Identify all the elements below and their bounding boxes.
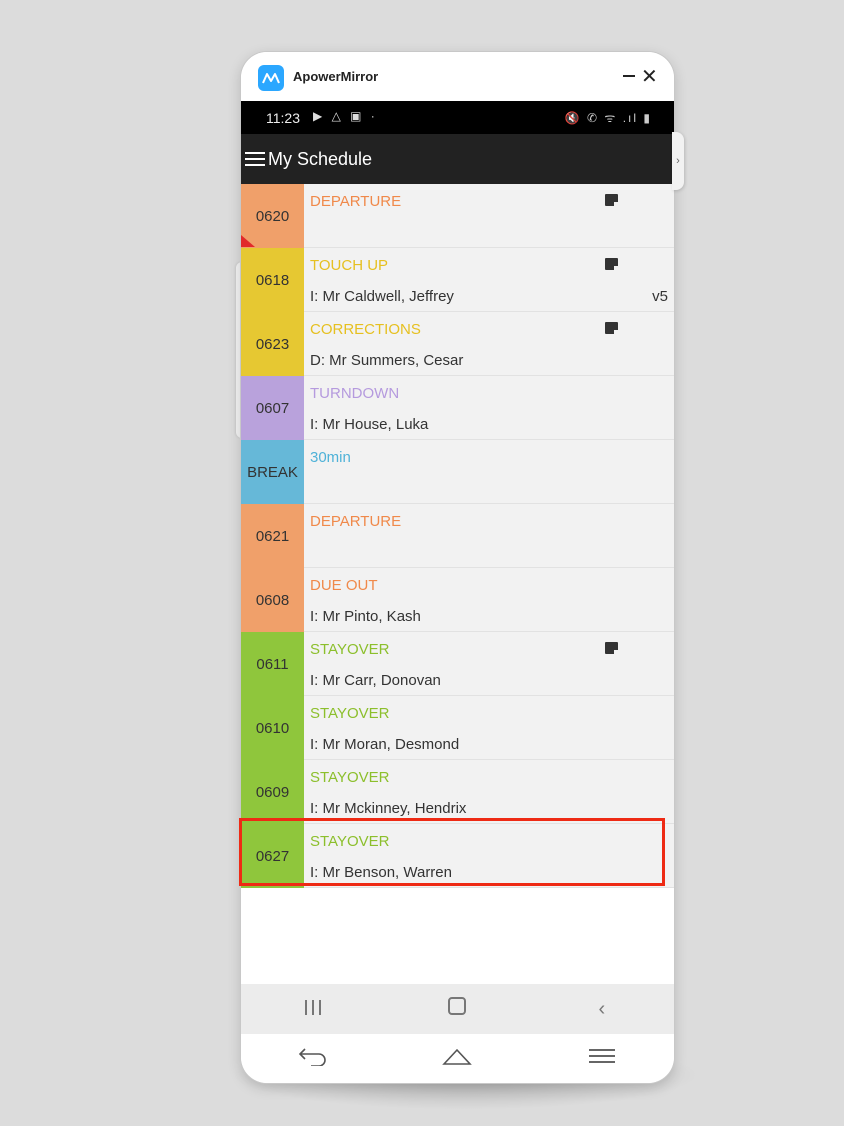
version-label: v5 <box>652 288 668 305</box>
note-icon[interactable] <box>605 642 618 654</box>
mirror-home-button[interactable] <box>427 1046 487 1072</box>
room-status: STAYOVER <box>310 769 390 786</box>
mirror-back-button[interactable] <box>283 1046 343 1072</box>
room-status: STAYOVER <box>310 833 390 850</box>
room-status: STAYOVER <box>310 641 390 658</box>
home-button[interactable] <box>427 997 487 1021</box>
schedule-list: 0620 DEPARTURE 0618 TOUCH UP I: Mr Caldwell,… <box>241 184 674 888</box>
house-outline-icon <box>442 1048 473 1065</box>
close-button[interactable]: ✕ <box>641 65 658 89</box>
apowermirror-logo-icon <box>258 65 284 91</box>
chevron-left-icon: ‹ <box>598 997 606 1020</box>
guest-name: I: Mr Pinto, Kash <box>310 608 421 625</box>
schedule-row[interactable]: 0608 DUE OUT I: Mr Pinto, Kash <box>241 568 674 632</box>
room-status: DEPARTURE <box>310 513 402 530</box>
room-status: 30min <box>310 449 351 466</box>
recent-apps-button[interactable] <box>283 998 343 1021</box>
room-status: TOUCH UP <box>310 257 389 274</box>
note-icon[interactable] <box>605 322 618 334</box>
schedule-row[interactable]: 0610 STAYOVER I: Mr Moran, Desmond <box>241 696 674 760</box>
room-status: DUE OUT <box>310 577 378 594</box>
room-number: 0618 <box>241 248 304 312</box>
notification-icons: ▶ △ ▣ · <box>313 109 378 123</box>
schedule-row[interactable]: 0611 STAYOVER I: Mr Carr, Donovan <box>241 632 674 696</box>
recent-apps-icon <box>305 999 322 1015</box>
guest-name: I: Mr Moran, Desmond <box>310 736 460 753</box>
schedule-row[interactable]: 0609 STAYOVER I: Mr Mckinney, Hendrix <box>241 760 674 824</box>
side-collapse-tab[interactable]: › <box>672 132 684 190</box>
page-title: My Schedule <box>268 149 373 169</box>
hamburger-menu-icon[interactable] <box>245 152 265 166</box>
room-number: 0609 <box>241 760 304 824</box>
priority-flag-icon <box>241 235 255 247</box>
android-nav-bar: ‹ <box>241 984 674 1034</box>
guest-name: I: Mr Caldwell, Jeffrey <box>310 288 454 305</box>
note-icon[interactable] <box>605 258 618 270</box>
schedule-row[interactable]: 0607 TURNDOWN I: Mr House, Luka <box>241 376 674 440</box>
system-status-icons: 🔇 ✆ ᯤ .ıl ▮ <box>564 111 652 125</box>
room-number: 0608 <box>241 568 304 632</box>
guest-name: I: Mr Benson, Warren <box>310 864 452 881</box>
guest-name: I: Mr House, Luka <box>310 416 429 433</box>
back-button[interactable]: ‹ <box>572 998 632 1021</box>
mirror-menu-button[interactable] <box>572 1045 632 1073</box>
room-status: DEPARTURE <box>310 193 402 210</box>
room-number: 0611 <box>241 632 304 696</box>
room-status: TURNDOWN <box>310 385 400 402</box>
schedule-row[interactable]: 0627 STAYOVER I: Mr Benson, Warren <box>241 824 674 888</box>
mirror-title-bar: ApowerMirror ✕ <box>241 52 674 101</box>
room-number: 0610 <box>241 696 304 760</box>
status-bar: 11:23 ▶ △ ▣ · 🔇 ✆ ᯤ .ıl ▮ <box>241 101 674 134</box>
note-icon[interactable] <box>605 194 618 206</box>
minimize-button[interactable] <box>623 75 635 77</box>
room-status: CORRECTIONS <box>310 321 421 338</box>
schedule-row[interactable]: 0620 DEPARTURE <box>241 184 674 248</box>
room-status: STAYOVER <box>310 705 390 722</box>
phone-frame: ApowerMirror ✕ 11:23 ▶ △ ▣ · 🔇 ✆ ᯤ .ıl ▮… <box>241 52 674 1083</box>
room-number: 0623 <box>241 312 304 376</box>
return-arrow-icon <box>299 1047 326 1067</box>
room-number: 0627 <box>241 824 304 888</box>
schedule-row[interactable]: 0618 TOUCH UP I: Mr Caldwell, Jeffrey v5 <box>241 248 674 312</box>
mirror-nav-bar <box>241 1034 674 1083</box>
schedule-row[interactable]: 0623 CORRECTIONS D: Mr Summers, Cesar <box>241 312 674 376</box>
schedule-row[interactable]: 0621 DEPARTURE <box>241 504 674 568</box>
status-time: 11:23 <box>266 110 300 126</box>
schedule-row[interactable]: BREAK 30min <box>241 440 674 504</box>
room-number: 0621 <box>241 504 304 568</box>
home-icon <box>448 997 467 1015</box>
guest-name: D: Mr Summers, Cesar <box>310 352 464 369</box>
room-number: 0607 <box>241 376 304 440</box>
room-number: BREAK <box>241 440 304 504</box>
app-bar: My Schedule <box>241 134 674 184</box>
guest-name: I: Mr Carr, Donovan <box>310 672 441 689</box>
guest-name: I: Mr Mckinney, Hendrix <box>310 800 467 817</box>
app-name: ApowerMirror <box>293 69 379 84</box>
menu-lines-icon <box>588 1045 615 1067</box>
